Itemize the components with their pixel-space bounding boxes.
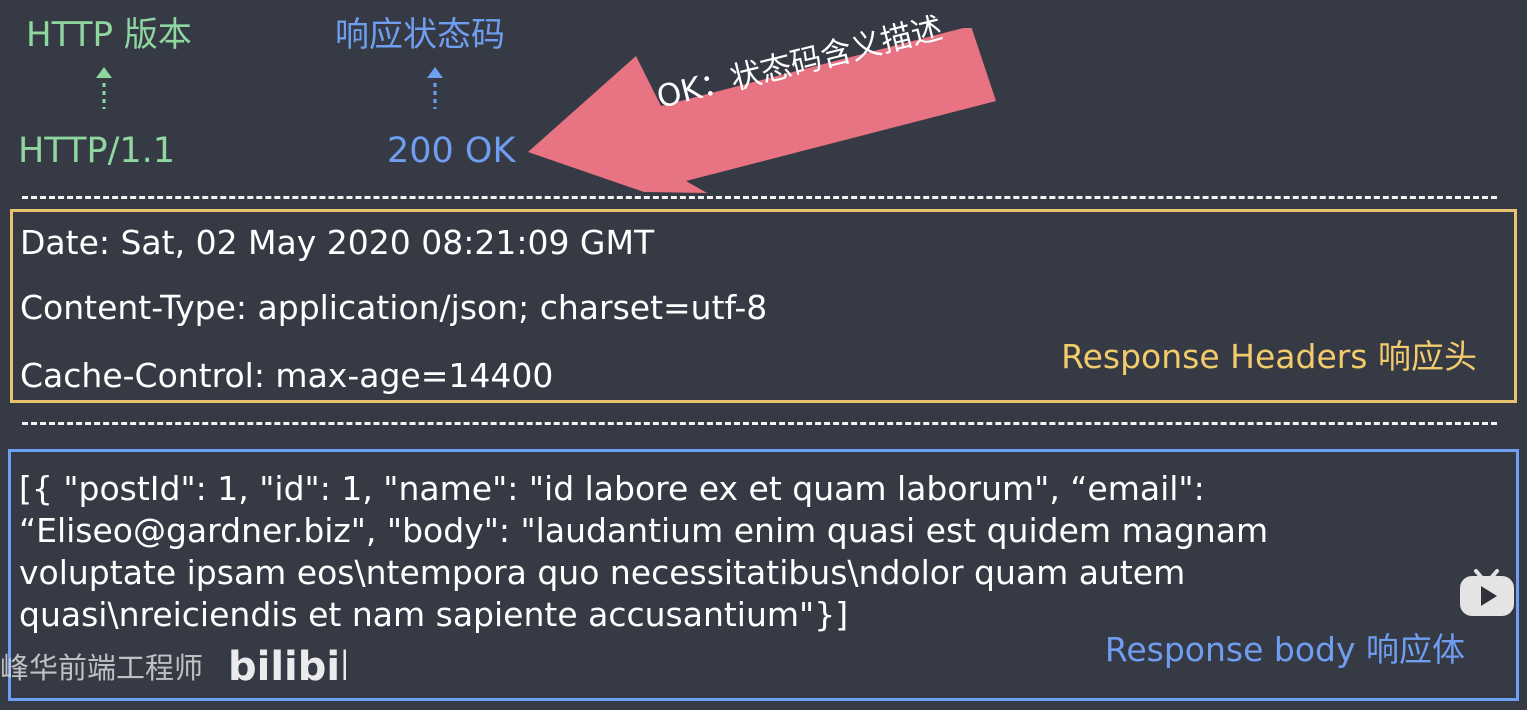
http-version-label: HTTP 版本 <box>26 15 192 55</box>
header-line-content-type: Content-Type: application/json; charset=… <box>20 288 768 327</box>
status-code-label: 响应状态码 <box>335 15 505 55</box>
bilibili-play-icon <box>1460 569 1514 616</box>
bilibili-logo: bilibili <box>228 644 346 690</box>
response-body-text: [{ "postId": 1, "id": 1, "name": "id lab… <box>19 469 1269 634</box>
response-headers-box: Date: Sat, 02 May 2020 08:21:09 GMT Cont… <box>10 209 1517 403</box>
header-line-cache-control: Cache-Control: max-age=14400 <box>20 356 554 395</box>
separator-top <box>22 196 1497 199</box>
response-body-label: Response body 响应体 <box>1104 630 1465 669</box>
header-line-date: Date: Sat, 02 May 2020 08:21:09 GMT <box>20 223 655 262</box>
svg-text:bilibili: bilibili <box>228 644 346 690</box>
response-headers-label: Response Headers 响应头 <box>1061 337 1477 376</box>
watermark-text: 峰华前端工程师 <box>0 651 204 685</box>
up-arrow-icon-status <box>427 67 443 109</box>
http-version-value: HTTP/1.1 <box>18 131 176 171</box>
status-code-value: 200 OK <box>387 131 516 171</box>
up-arrow-icon-version <box>96 67 112 109</box>
separator-bottom <box>22 422 1497 425</box>
